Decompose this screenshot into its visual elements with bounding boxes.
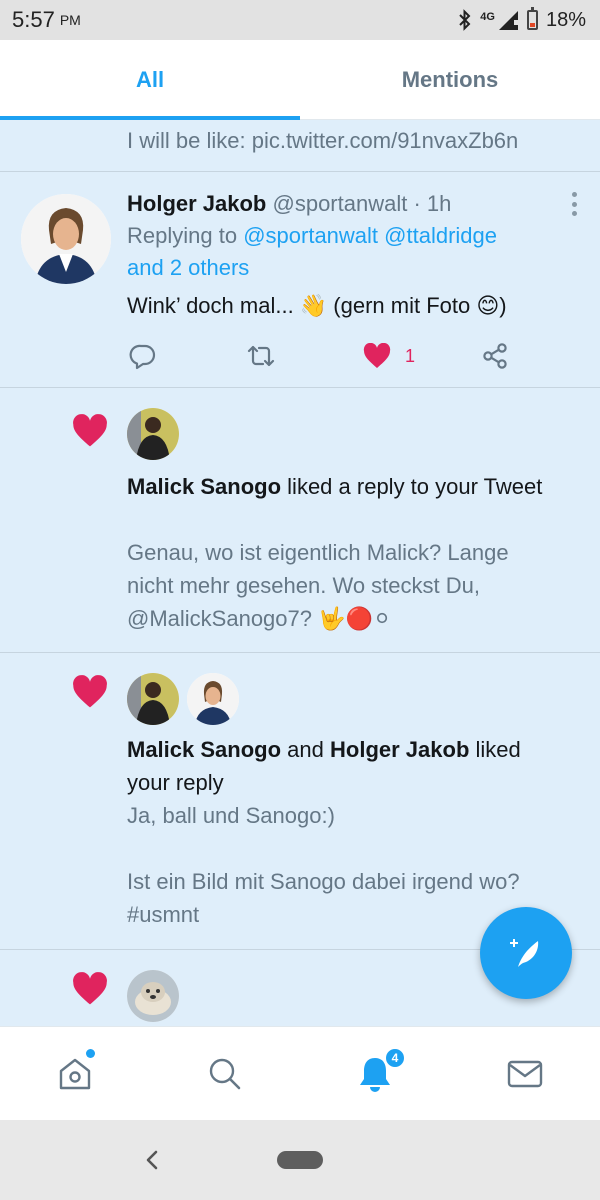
reply-icon: [129, 344, 156, 370]
network-type-label: 4G: [480, 10, 495, 23]
notification-action-line: your reply: [127, 770, 224, 795]
replying-to: Replying to @sportanwalt @ttaldridge: [127, 220, 580, 252]
compose-tweet-button[interactable]: [480, 907, 572, 999]
share-icon: [483, 343, 507, 369]
battery-percent: 18%: [545, 8, 586, 31]
nav-search[interactable]: [150, 1027, 300, 1121]
more-options-icon[interactable]: [572, 192, 578, 216]
notification-action: liked: [475, 737, 521, 762]
notification-title: Malick Sanogo and Holger Jakob liked you…: [127, 733, 570, 799]
bluetooth-icon: [459, 9, 471, 31]
bottom-nav: 4: [0, 1026, 600, 1120]
notification-tweet-text-line: Ist ein Bild mit Sanogo dabei irgend wo?: [127, 869, 520, 894]
tweet-body: Holger Jakob @sportanwalt · 1h Replying …: [127, 188, 580, 322]
like-count: 1: [405, 345, 416, 366]
replying-to-label: Replying to: [127, 223, 238, 248]
tweet-author-name[interactable]: Holger Jakob: [127, 191, 266, 216]
notification-feed[interactable]: I will be like: pic.twitter.com/91nvaxZb…: [0, 120, 600, 1026]
retweet-icon: [247, 345, 275, 367]
status-bar: 5:57 PM 4G 18%: [0, 0, 600, 40]
tweet-author-handle[interactable]: @sportanwalt: [273, 191, 408, 216]
tweet-item[interactable]: Holger Jakob @sportanwalt · 1h Replying …: [0, 172, 600, 388]
retweet-button[interactable]: [245, 338, 277, 374]
truncated-tweet-text: I will be like: pic.twitter.com/91nvaxZb…: [127, 128, 519, 153]
tweet-separator: ·: [413, 191, 421, 216]
notification-tweet-text: Genau, wo ist eigentlich Malick? Lange n…: [127, 536, 570, 635]
notification-user-name[interactable]: Malick Sanogo: [127, 474, 281, 499]
nav-notifications[interactable]: 4: [300, 1027, 450, 1121]
notification-count-badge: 4: [384, 1047, 406, 1069]
tweet-text: Wink’ doch mal... 👋 (gern mit Foto 😊): [127, 293, 507, 318]
avatar[interactable]: [127, 970, 179, 1022]
heart-filled-icon: [73, 972, 107, 1005]
avatar[interactable]: [21, 194, 111, 284]
tweet-header: Holger Jakob @sportanwalt · 1h: [127, 188, 580, 220]
tweet-actions: 1: [127, 338, 527, 374]
notification-tweet-text-line: @MalickSanogo7? 🤟🔴⚪: [127, 606, 392, 631]
nav-home[interactable]: [0, 1027, 150, 1121]
share-button[interactable]: [481, 338, 509, 374]
list-item-truncated[interactable]: I will be like: pic.twitter.com/91nvaxZb…: [0, 120, 600, 172]
notification-tweet-text-line: Ja, ball und Sanogo:): [127, 803, 335, 828]
home-gesture-pill[interactable]: [277, 1151, 323, 1169]
compose-tweet-icon: [510, 939, 539, 967]
tab-all[interactable]: All: [0, 40, 300, 120]
heart-filled-icon: [73, 675, 107, 708]
tab-mentions[interactable]: Mentions: [300, 40, 600, 119]
heart-filled-icon: [363, 343, 391, 368]
like-button[interactable]: 1: [363, 338, 415, 374]
replying-to-others[interactable]: and 2 others: [127, 255, 249, 280]
notification-title: Malick Sanogo liked a reply to your Twee…: [127, 470, 570, 503]
notification-item[interactable]: Malick Sanogo and Holger Jakob liked you…: [0, 653, 600, 950]
back-icon[interactable]: [140, 1146, 164, 1174]
messages-icon: [507, 1060, 543, 1088]
home-icon: [59, 1058, 91, 1090]
notification-item[interactable]: Malick Sanogo liked a reply to your Twee…: [0, 388, 600, 653]
nav-messages[interactable]: [450, 1027, 600, 1121]
notification-avatars: [127, 408, 179, 460]
notification-user-name[interactable]: Holger Jakob: [330, 737, 469, 762]
search-icon: [209, 1058, 241, 1090]
heart-filled-icon: [73, 414, 107, 447]
notification-tabs: All Mentions: [0, 40, 600, 120]
avatar[interactable]: [127, 673, 179, 725]
status-time: 5:57: [12, 7, 55, 32]
notification-tweet-text-line: nicht mehr gesehen. Wo steckst Du,: [127, 573, 480, 598]
tweet-time: 1h: [426, 191, 452, 216]
notification-action: liked a reply to your Tweet: [287, 474, 543, 499]
status-indicators: 4G 18%: [458, 7, 586, 32]
notification-tweet-text-line: Genau, wo ist eigentlich Malick? Lange: [127, 540, 509, 565]
nav-home-unread-dot: [86, 1049, 95, 1058]
notification-avatars: [127, 970, 179, 1022]
notification-tweet-text: Ja, ball und Sanogo:) Ist ein Bild mit S…: [127, 799, 570, 931]
avatar[interactable]: [187, 673, 239, 725]
signal-icon: [498, 11, 518, 30]
reply-button[interactable]: [129, 338, 157, 374]
battery-icon: [526, 7, 538, 30]
replying-to-others-line: and 2 others: [127, 252, 580, 284]
status-ampm: PM: [59, 12, 81, 28]
avatar[interactable]: [127, 408, 179, 460]
replying-to-mentions[interactable]: @sportanwalt @ttaldridge: [243, 223, 497, 248]
system-nav-bar: [0, 1120, 600, 1200]
notification-user-name[interactable]: Malick Sanogo: [127, 737, 281, 762]
notification-conjunction: and: [287, 737, 324, 762]
notification-avatars: [127, 673, 239, 725]
